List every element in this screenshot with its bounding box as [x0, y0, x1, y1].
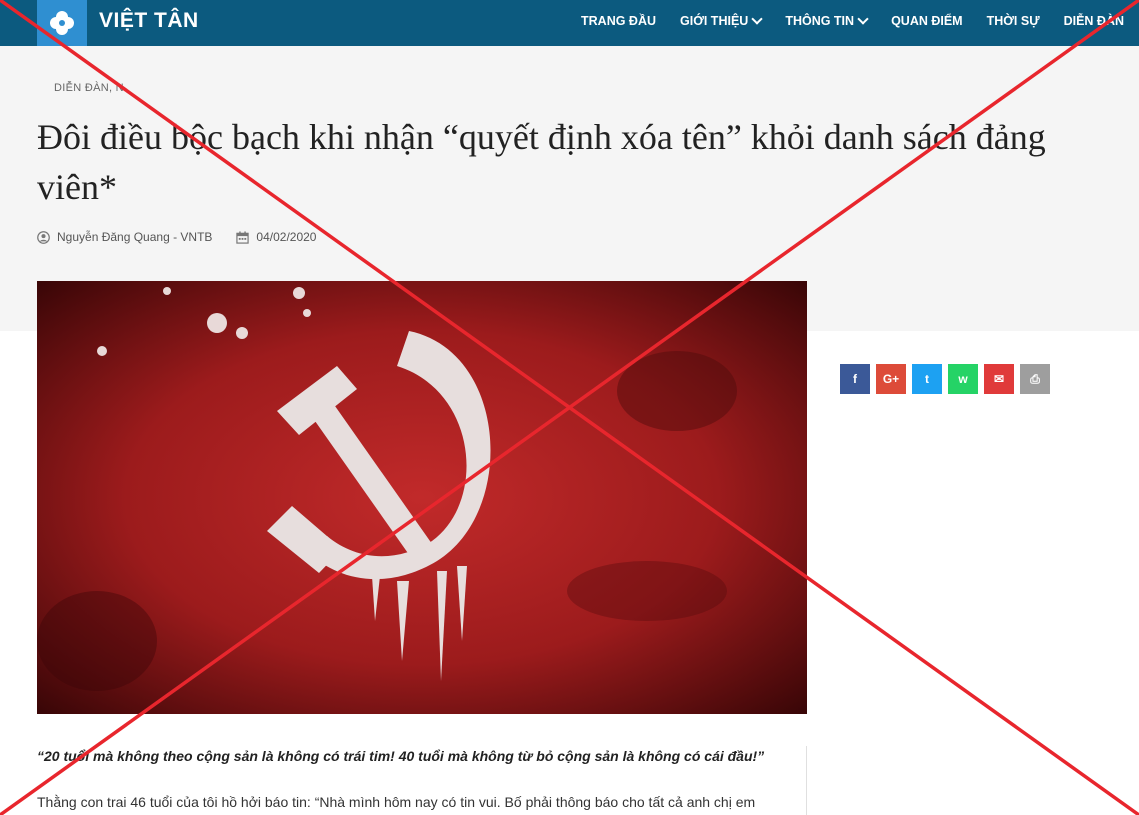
nav-label: TRANG ĐẦU — [581, 14, 656, 28]
flower-logo-icon[interactable] — [37, 0, 87, 46]
nav-item-thoi-su[interactable]: THỜI SỰ — [987, 14, 1040, 28]
share-buttons: f G+ t w ✉ ⎙ — [840, 364, 1050, 394]
publish-date: 04/02/2020 — [256, 230, 317, 244]
nav-label: DIỄN ĐÀN — [1063, 14, 1124, 28]
article-quote: “20 tuổi mà không theo cộng sản là không… — [37, 748, 765, 764]
chevron-down-icon — [857, 13, 869, 25]
article-meta: Nguyễn Đăng Quang - VNTB 04/02/2020 — [37, 230, 340, 244]
nav-item-dien-dan[interactable]: DIỄN ĐÀN — [1064, 14, 1124, 28]
nav-item-trang-dau[interactable]: TRANG ĐẦU — [581, 14, 656, 28]
top-navbar: VIỆT TÂN TRANG ĐẦU GIỚI THIỆU THÔNG TIN … — [0, 0, 1139, 46]
hammer-sickle-image — [37, 281, 807, 714]
whatsapp-icon[interactable]: w — [948, 364, 978, 394]
author-meta: Nguyễn Đăng Quang - VNTB — [37, 230, 212, 244]
user-icon — [37, 230, 50, 244]
calendar-icon — [236, 230, 250, 244]
google-plus-icon[interactable]: G+ — [876, 364, 906, 394]
nav-item-thong-tin[interactable]: THÔNG TIN — [785, 13, 869, 28]
chevron-down-icon — [751, 13, 763, 25]
article-title: Đôi điều bộc bạch khi nhận “quyết định x… — [37, 117, 1046, 207]
nav-label: GIỚI THIỆU — [680, 14, 749, 28]
author-name[interactable]: Nguyễn Đăng Quang - VNTB — [57, 230, 212, 244]
nav-label: THỜI SỰ — [986, 14, 1040, 28]
breadcrumb-category[interactable]: DIỄN ĐÀN, N — [54, 82, 124, 94]
date-meta: 04/02/2020 — [236, 230, 316, 244]
main-nav: TRANG ĐẦU GIỚI THIỆU THÔNG TIN QUAN ĐIỂM… — [557, 13, 1124, 28]
nav-item-gioi-thieu[interactable]: GIỚI THIỆU — [680, 13, 763, 28]
email-icon[interactable]: ✉ — [984, 364, 1014, 394]
twitter-icon[interactable]: t — [912, 364, 942, 394]
nav-item-quan-diem[interactable]: QUAN ĐIỂM — [891, 14, 963, 28]
print-icon[interactable]: ⎙ — [1020, 364, 1050, 394]
nav-label: THÔNG TIN — [785, 14, 855, 28]
site-name[interactable]: VIỆT TÂN — [99, 9, 199, 33]
nav-label: QUAN ĐIỂM — [891, 14, 963, 28]
article-paragraph: Thằng con trai 46 tuổi của tôi hồ hởi bá… — [37, 794, 756, 810]
facebook-icon[interactable]: f — [840, 364, 870, 394]
divider — [806, 746, 807, 815]
